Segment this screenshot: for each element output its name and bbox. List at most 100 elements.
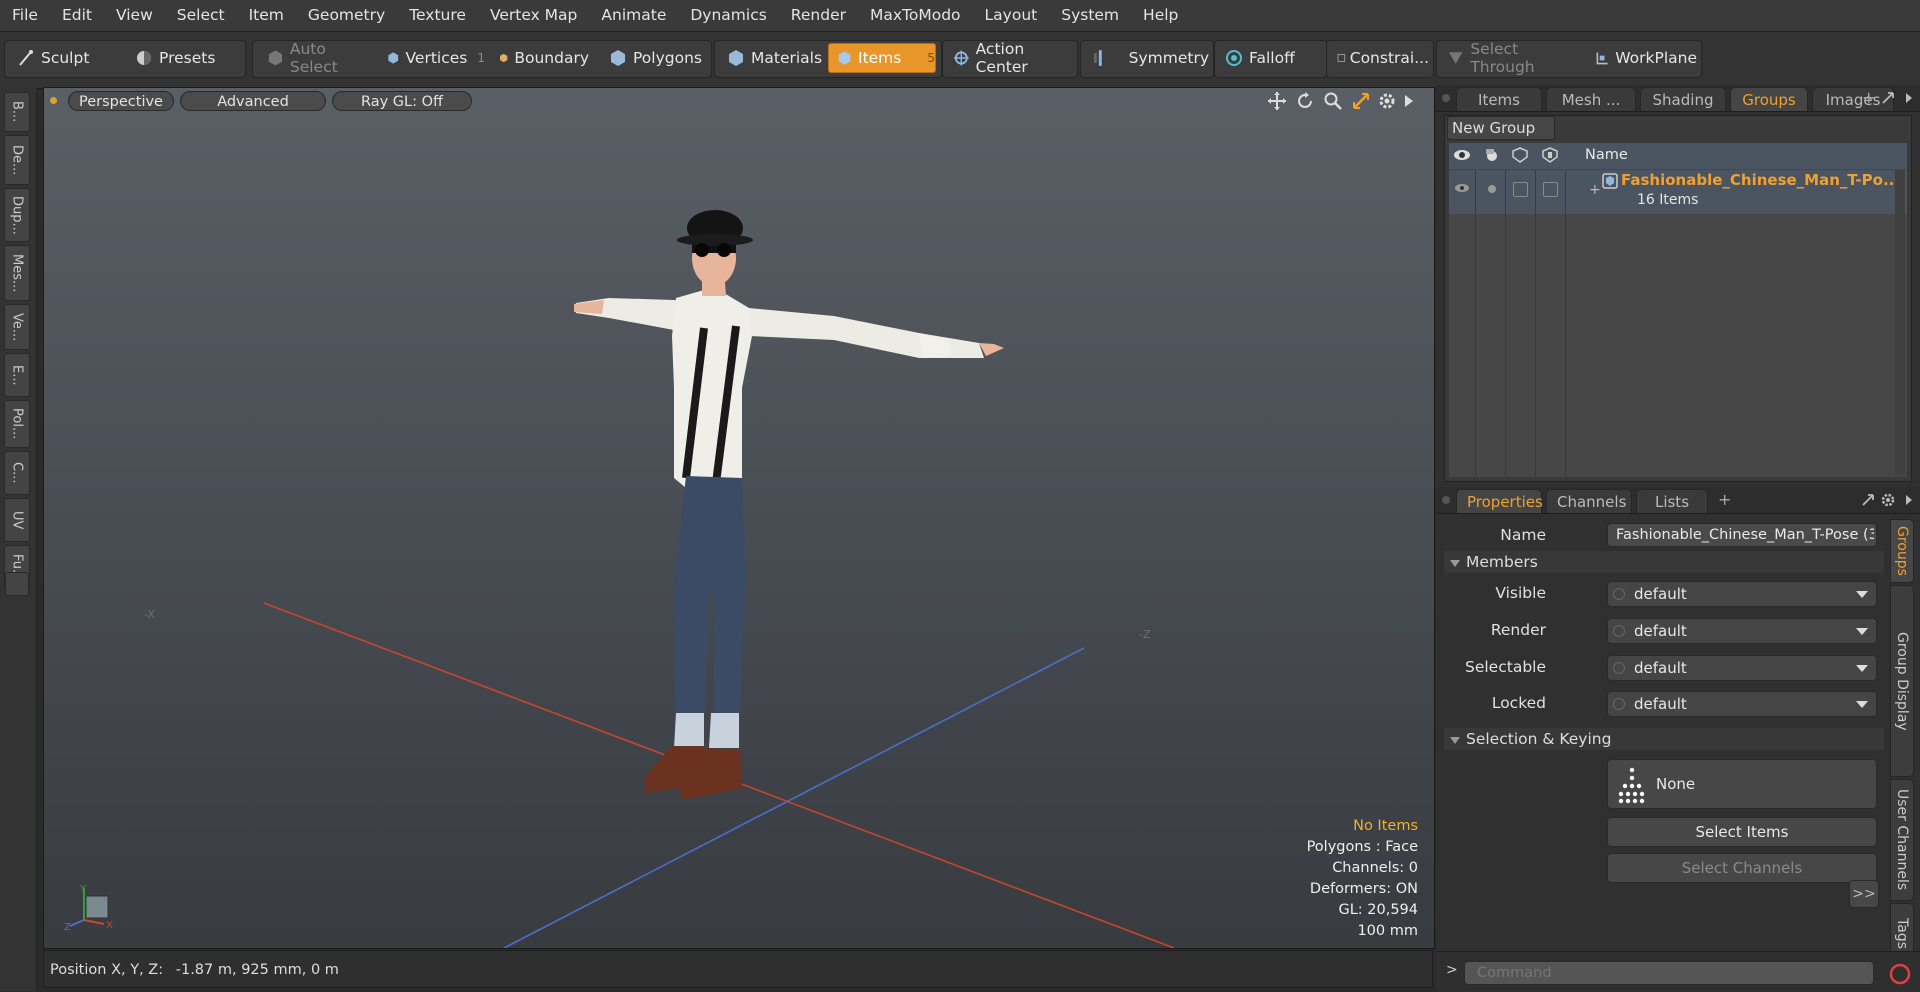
- name-row: Name: [1436, 520, 1877, 550]
- tab-shading[interactable]: Shading: [1640, 87, 1726, 111]
- locked-dropdown[interactable]: default: [1607, 691, 1877, 717]
- workplane-button[interactable]: WorkPlane: [1586, 43, 1698, 73]
- panel-maximize-icon[interactable]: [1880, 90, 1896, 106]
- selectable-dot: [1613, 662, 1625, 674]
- row-eye-icon[interactable]: [1453, 180, 1471, 196]
- left-tab-deform[interactable]: De...: [4, 135, 30, 185]
- toolbar: Sculpt Presets Auto Select Vertices 1 Bo…: [0, 32, 1920, 89]
- render-dropdown[interactable]: default: [1607, 618, 1877, 644]
- left-tab-mesh[interactable]: Mes...: [4, 245, 30, 301]
- left-tab-vertex[interactable]: Ve...: [4, 304, 30, 350]
- polygons-button[interactable]: Polygons: [600, 43, 706, 73]
- row-select-checkbox[interactable]: [1513, 182, 1528, 197]
- vertices-button[interactable]: Vertices 1: [378, 43, 486, 73]
- col-divider-1: [1475, 170, 1476, 477]
- select-channels-button[interactable]: Select Channels: [1607, 853, 1877, 883]
- menu-dynamics[interactable]: Dynamics: [678, 0, 778, 31]
- visibility-eye-icon[interactable]: [1453, 147, 1471, 163]
- menu-vertex-map[interactable]: Vertex Map: [478, 0, 589, 31]
- command-input[interactable]: [1464, 961, 1874, 985]
- visible-row: Visible default: [1436, 578, 1877, 608]
- name-field[interactable]: [1607, 523, 1877, 547]
- menu-bar: File Edit View Select Item Geometry Text…: [0, 0, 1920, 32]
- menu-file[interactable]: File: [0, 0, 50, 31]
- visible-dropdown[interactable]: default: [1607, 581, 1877, 607]
- more-button[interactable]: >>: [1849, 880, 1879, 908]
- left-strip-button[interactable]: [5, 572, 29, 596]
- menu-layout[interactable]: Layout: [973, 0, 1050, 31]
- character-model[interactable]: [574, 158, 1194, 838]
- groups-scrollbar[interactable]: [1895, 170, 1905, 475]
- selectable-dropdown[interactable]: default: [1607, 655, 1877, 681]
- menu-maxtomodo[interactable]: MaxToModo: [858, 0, 973, 31]
- symmetry-button[interactable]: Symmetry: [1082, 43, 1210, 73]
- left-tab-uv[interactable]: UV: [4, 498, 30, 542]
- menu-edit[interactable]: Edit: [50, 0, 104, 31]
- add-prop-tab-icon[interactable]: +: [1718, 490, 1731, 509]
- items-button[interactable]: Items 5: [828, 43, 936, 73]
- menu-render[interactable]: Render: [779, 0, 858, 31]
- selection-keying-section[interactable]: Selection & Keying: [1444, 728, 1884, 750]
- record-icon[interactable]: [1888, 962, 1912, 986]
- panel-expand-icon[interactable]: [1904, 91, 1914, 105]
- properties-maximize-icon[interactable]: [1860, 492, 1876, 508]
- left-tab-basic[interactable]: B...: [4, 92, 30, 132]
- action-center-label: Action Center: [975, 40, 1028, 76]
- menu-texture[interactable]: Texture: [397, 0, 478, 31]
- left-tab-duplicate[interactable]: Dup...: [4, 188, 30, 242]
- select-through-button[interactable]: Select Through: [1438, 40, 1584, 76]
- members-label: Members: [1466, 553, 1538, 571]
- side-tab-groups[interactable]: Groups: [1890, 519, 1914, 583]
- menu-select[interactable]: Select: [165, 0, 237, 31]
- lock-shield-icon[interactable]: [1541, 147, 1559, 163]
- constraints-button[interactable]: Constrai...: [1328, 43, 1430, 73]
- panel-dot: [1442, 94, 1450, 102]
- members-section[interactable]: Members: [1444, 551, 1884, 573]
- name-label: Name: [1500, 526, 1546, 544]
- select-items-button[interactable]: Select Items: [1607, 817, 1877, 847]
- command-bar: >: [1436, 951, 1920, 992]
- group-row[interactable]: + Fashionable_Chinese_Man_T-Po... 16 Ite…: [1449, 170, 1907, 214]
- falloff-button[interactable]: Falloff: [1216, 43, 1324, 73]
- tab-items[interactable]: Items: [1456, 87, 1542, 111]
- menu-view[interactable]: View: [104, 0, 165, 31]
- visible-label: Visible: [1495, 584, 1546, 602]
- select-shield-icon[interactable]: [1511, 147, 1529, 163]
- tab-channels[interactable]: Channels: [1546, 489, 1632, 513]
- materials-cube-icon: [729, 50, 743, 66]
- new-group-button[interactable]: New Group: [1447, 116, 1555, 140]
- menu-help[interactable]: Help: [1131, 0, 1190, 31]
- boundary-button[interactable]: Boundary: [490, 43, 590, 73]
- column-name-header: Name: [1585, 147, 1628, 163]
- tab-lists[interactable]: Lists: [1636, 489, 1708, 513]
- tab-properties[interactable]: Properties: [1456, 489, 1543, 513]
- render-icon[interactable]: [1483, 147, 1501, 163]
- members-collapse-icon: [1450, 560, 1460, 567]
- left-tool-strip: B... De... Dup... Mes... Ve... E... Pol.…: [0, 88, 37, 991]
- left-tab-curve[interactable]: C...: [4, 451, 30, 495]
- properties-gear-icon[interactable]: [1880, 492, 1896, 508]
- add-tab-icon[interactable]: +: [1862, 88, 1875, 107]
- row-lock-checkbox[interactable]: [1543, 182, 1558, 197]
- menu-system[interactable]: System: [1049, 0, 1131, 31]
- side-tab-group-display[interactable]: Group Display: [1890, 585, 1914, 777]
- action-center-button[interactable]: Action Center: [944, 40, 1074, 76]
- left-tab-polygon[interactable]: Pol...: [4, 400, 30, 448]
- menu-item[interactable]: Item: [237, 0, 296, 31]
- expand-plus-icon[interactable]: +: [1589, 182, 1601, 198]
- presets-button[interactable]: Presets: [126, 43, 240, 73]
- side-tab-user-channels[interactable]: User Channels: [1890, 779, 1914, 901]
- 3d-viewport[interactable]: Perspective Advanced Ray GL: Off -X -Z Y…: [43, 87, 1435, 949]
- materials-button[interactable]: Materials: [718, 43, 824, 73]
- symmetry-label: Symmetry: [1128, 49, 1209, 67]
- left-tab-edge[interactable]: E...: [4, 353, 30, 397]
- sculpt-button[interactable]: Sculpt: [8, 43, 124, 73]
- keying-none-button[interactable]: None: [1607, 759, 1877, 809]
- tab-groups[interactable]: Groups: [1730, 87, 1808, 111]
- properties-expand-icon[interactable]: [1904, 493, 1914, 507]
- row-render-icon[interactable]: [1483, 180, 1501, 196]
- auto-select-button[interactable]: Auto Select: [258, 40, 374, 76]
- menu-geometry[interactable]: Geometry: [296, 0, 397, 31]
- tab-mesh[interactable]: Mesh ...: [1546, 87, 1636, 111]
- menu-animate[interactable]: Animate: [589, 0, 678, 31]
